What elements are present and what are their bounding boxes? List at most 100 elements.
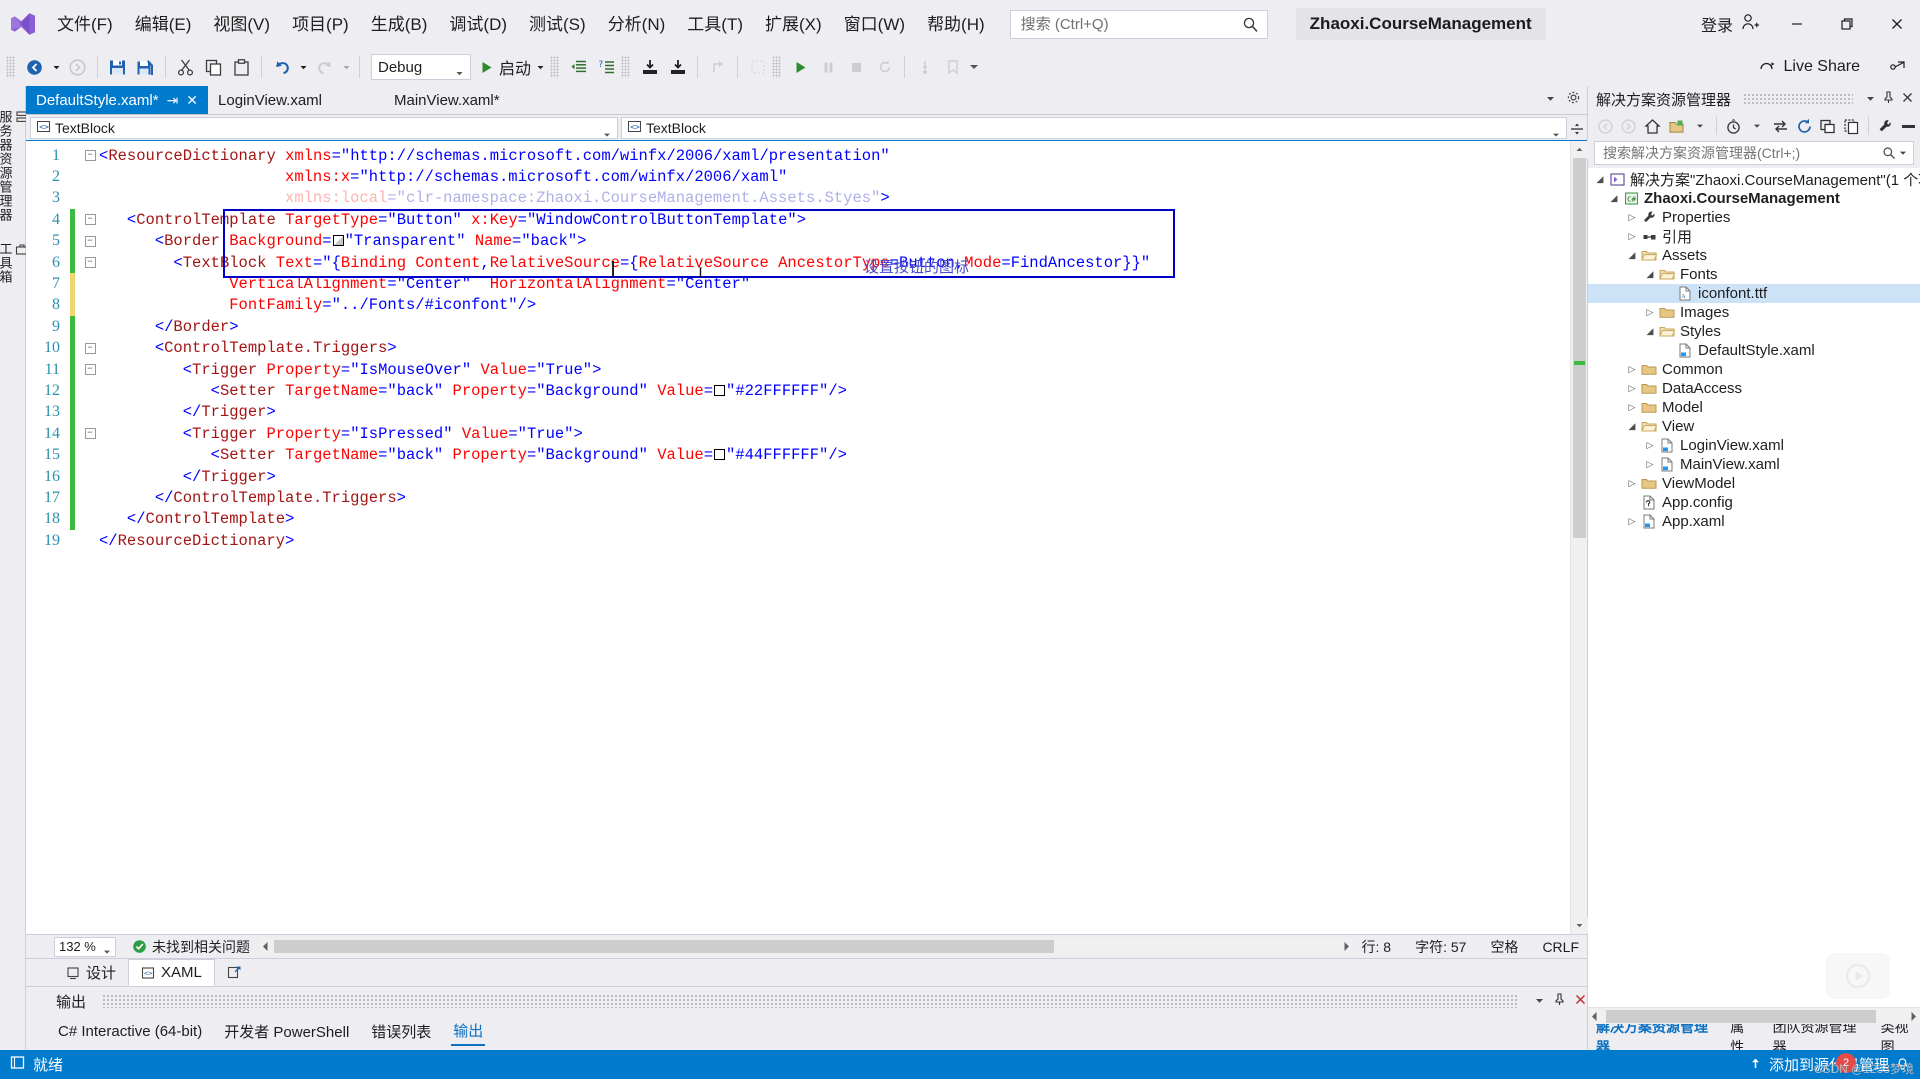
tab-csharp-interactive[interactable]: C# Interactive (64-bit): [56, 1020, 204, 1043]
tree-node-solution[interactable]: ◢ 解决方案"Zhaoxi.CourseManagement"(1 个项目/共: [1588, 170, 1920, 189]
designer-tab-xaml[interactable]: <> XAML: [128, 959, 215, 986]
preview-selected-items-button[interactable]: [1897, 114, 1920, 138]
navigate-backward-button[interactable]: [21, 54, 48, 81]
tree-node-viewmodel[interactable]: ▷ ViewModel: [1588, 474, 1920, 493]
close-icon[interactable]: [1901, 91, 1914, 108]
navigate-backward-dropdown[interactable]: [49, 54, 63, 81]
menu-item-file[interactable]: 文件(F): [46, 10, 124, 39]
save-button[interactable]: [104, 54, 131, 81]
properties-button[interactable]: [1874, 114, 1897, 138]
menu-item-extensions[interactable]: 扩展(X): [754, 10, 833, 39]
editor-horizontal-scrollbar[interactable]: [260, 938, 1352, 955]
cut-button[interactable]: [172, 54, 199, 81]
tree-node-view[interactable]: ◢ View: [1588, 417, 1920, 436]
menu-item-analyze[interactable]: 分析(N): [597, 10, 677, 39]
menu-item-edit[interactable]: 编辑(E): [124, 10, 203, 39]
active-project-chip[interactable]: Zhaoxi.CourseManagement: [1295, 8, 1546, 40]
tree-node-references[interactable]: ▷ 引用: [1588, 227, 1920, 246]
fold-toggle[interactable]: −: [81, 364, 99, 376]
solution-explorer-search[interactable]: [1594, 141, 1914, 165]
menu-item-tools[interactable]: 工具(T): [676, 10, 754, 39]
paste-button[interactable]: [228, 54, 255, 81]
tree-node-loginview-xaml[interactable]: ▷ LoginView.xaml: [1588, 436, 1920, 455]
switch-views-dropdown[interactable]: [1689, 114, 1712, 138]
expand-twist[interactable]: ◢: [1624, 421, 1640, 432]
tab-list-dropdown-icon[interactable]: [1545, 91, 1556, 109]
expand-twist[interactable]: ▷: [1624, 478, 1640, 489]
toolbar-grip-3[interactable]: [621, 56, 631, 78]
quick-search[interactable]: [1009, 9, 1268, 39]
restore-button[interactable]: [1824, 9, 1870, 39]
expand-twist[interactable]: ▷: [1642, 459, 1658, 470]
expand-twist[interactable]: ◢: [1592, 174, 1608, 185]
pending-changes-button[interactable]: [1722, 114, 1745, 138]
expand-twist[interactable]: ◢: [1624, 250, 1640, 261]
collapse-all-button[interactable]: [636, 54, 663, 81]
tree-node-model[interactable]: ▷ Model: [1588, 398, 1920, 417]
expand-twist[interactable]: ▷: [1624, 516, 1640, 527]
tree-node-properties[interactable]: ▷ Properties: [1588, 208, 1920, 227]
expand-twist[interactable]: ▷: [1624, 231, 1640, 242]
pin-icon[interactable]: [1882, 90, 1895, 108]
menu-item-debug[interactable]: 调试(D): [438, 10, 518, 39]
live-share-button[interactable]: Live Share: [1749, 54, 1871, 80]
tree-node-dataaccess[interactable]: ▷ DataAccess: [1588, 379, 1920, 398]
pin-icon[interactable]: [1553, 992, 1566, 1010]
solution-configuration-combo[interactable]: Debug: [371, 54, 471, 80]
editor-vertical-scrollbar[interactable]: [1570, 141, 1588, 934]
tree-node-defaultstyle-xaml[interactable]: DefaultStyle.xaml: [1588, 341, 1920, 360]
fold-toggle[interactable]: −: [81, 428, 99, 440]
panel-dropdown-icon[interactable]: [1534, 993, 1545, 1010]
scroll-down-button[interactable]: [1571, 917, 1588, 934]
search-input[interactable]: [1018, 14, 1259, 34]
zoom-level-combo[interactable]: 132 %: [54, 936, 116, 957]
minimize-button[interactable]: [1774, 9, 1820, 39]
pin-icon[interactable]: ⇥: [167, 92, 179, 109]
tree-node-mainview-xaml[interactable]: ▷ MainView.xaml: [1588, 455, 1920, 474]
hscroll-thumb[interactable]: [1606, 1010, 1876, 1023]
expand-twist[interactable]: ▷: [1642, 440, 1658, 451]
tree-node-images[interactable]: ▷ Images: [1588, 303, 1920, 322]
member-scope-combo-right[interactable]: <> TextBlock: [621, 117, 1567, 139]
split-editor-button[interactable]: [1567, 117, 1587, 140]
menu-item-test[interactable]: 测试(S): [518, 10, 597, 39]
close-button[interactable]: [1874, 9, 1920, 39]
toolbar-grip[interactable]: [6, 56, 15, 78]
panel-dropdown-icon[interactable]: [1865, 91, 1876, 108]
tree-node-common[interactable]: ▷ Common: [1588, 360, 1920, 379]
tab-defaultstyle-xaml[interactable]: DefaultStyle.xaml* ⇥ ✕: [26, 86, 209, 114]
scroll-left-button[interactable]: [260, 940, 271, 956]
code-text-area[interactable]: 1 − <ResourceDictionary xmlns="http://sc…: [26, 141, 1570, 934]
tree-node-app-xaml[interactable]: ▷ App.xaml: [1588, 512, 1920, 531]
close-icon[interactable]: [1574, 993, 1587, 1010]
expand-twist[interactable]: ◢: [1606, 193, 1622, 204]
expand-twist[interactable]: ▷: [1624, 402, 1640, 413]
menu-item-view[interactable]: 视图(V): [202, 10, 281, 39]
indent-mode[interactable]: 空格: [1490, 937, 1518, 957]
hscroll-thumb[interactable]: [274, 940, 1054, 953]
fold-toggle[interactable]: −: [81, 342, 99, 354]
expand-twist[interactable]: ▷: [1642, 307, 1658, 318]
comment-selection-button[interactable]: ?: [593, 54, 620, 81]
member-scope-combo-left[interactable]: <> TextBlock: [30, 117, 618, 139]
scroll-thumb[interactable]: [1573, 158, 1586, 538]
fold-toggle[interactable]: −: [81, 257, 99, 269]
tab-error-list[interactable]: 错误列表: [369, 1018, 433, 1045]
expand-twist[interactable]: ◢: [1642, 269, 1658, 280]
tab-mainview-xaml[interactable]: MainView.xaml*: [332, 86, 510, 114]
fold-toggle[interactable]: −: [81, 150, 99, 162]
tab-developer-powershell[interactable]: 开发者 PowerShell: [222, 1018, 351, 1045]
undo-button[interactable]: [268, 54, 295, 81]
start-debug-button[interactable]: 启动: [477, 55, 549, 79]
menu-item-build[interactable]: 生成(B): [360, 10, 439, 39]
continue-button[interactable]: [787, 54, 814, 81]
scroll-left-button[interactable]: [1589, 1010, 1600, 1028]
menu-item-project[interactable]: 项目(P): [281, 10, 360, 39]
designer-tab-design[interactable]: 设计: [54, 959, 128, 986]
panel-drag-handle[interactable]: [102, 994, 1518, 1008]
fold-toggle[interactable]: −: [81, 235, 99, 247]
scroll-right-button[interactable]: [1908, 1010, 1919, 1028]
solution-search-input[interactable]: [1601, 144, 1882, 162]
save-all-button[interactable]: [132, 54, 159, 81]
feedback-icon-button[interactable]: [1874, 52, 1920, 82]
